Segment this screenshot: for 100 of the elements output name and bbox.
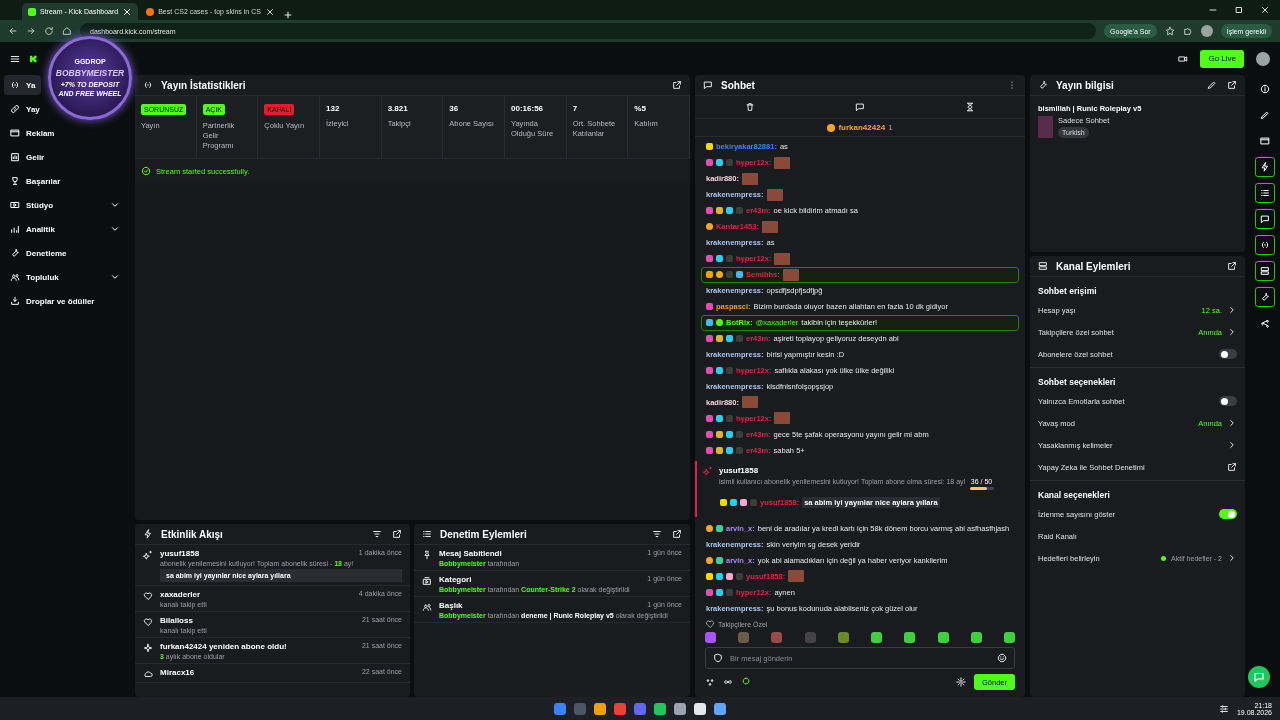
star-icon[interactable] [1164, 26, 1175, 36]
bar-chart-icon [10, 152, 20, 162]
cloud-icon [143, 669, 153, 679]
hourglass-icon[interactable] [965, 102, 975, 112]
status-dot [1161, 555, 1167, 561]
emote-icon[interactable] [937, 632, 949, 643]
trophy-icon [10, 176, 20, 186]
pencil-icon[interactable] [1207, 80, 1217, 90]
taskbar-app-icon[interactable] [694, 702, 706, 715]
emote-icon[interactable] [970, 632, 982, 643]
layout-icon [1038, 261, 1048, 271]
maximize-icon[interactable] [1234, 5, 1244, 15]
taskbar-app-icon[interactable] [654, 702, 666, 715]
go-live-button[interactable]: Go Live [1200, 49, 1244, 68]
dots-icon[interactable] [705, 677, 715, 687]
trash-icon[interactable] [745, 102, 755, 112]
external-link-icon[interactable] [672, 80, 682, 90]
pin-icon [422, 550, 432, 560]
sidebar-item[interactable]: Yay [4, 99, 46, 119]
emote-image [741, 396, 758, 409]
close-icon[interactable] [1260, 5, 1270, 15]
emote-icon[interactable] [1003, 632, 1015, 643]
taskbar-app-icon[interactable] [714, 702, 726, 715]
pinned-user[interactable]: furkan42424 [838, 123, 886, 132]
filter-icon[interactable] [372, 529, 382, 539]
new-tab-icon[interactable] [282, 10, 293, 20]
external-link-icon[interactable] [1227, 80, 1237, 90]
sidebar-item[interactable]: Droplar ve ödüller [4, 291, 126, 311]
taskbar-app-icon[interactable] [674, 702, 686, 715]
profile-avatar[interactable] [1200, 25, 1213, 37]
chat-bubble-button[interactable] [1248, 666, 1270, 688]
stat-value: 7 [572, 104, 579, 113]
camera-icon[interactable] [1178, 53, 1189, 64]
emote-image [774, 156, 791, 169]
people-icon [422, 602, 432, 612]
list-icon[interactable] [1255, 183, 1275, 203]
back-icon[interactable] [8, 26, 18, 36]
close-icon[interactable] [122, 6, 133, 17]
infinity-icon[interactable] [723, 677, 733, 687]
tray-icon[interactable] [1218, 703, 1229, 714]
settings-icon[interactable] [955, 677, 966, 687]
user-avatar[interactable] [1256, 51, 1270, 66]
stat-value: 132 [326, 104, 341, 113]
chevron-down-icon[interactable] [110, 200, 120, 210]
notice-username[interactable]: yusuf1858 [719, 466, 1019, 476]
sparkle-icon [143, 550, 153, 560]
menu-icon[interactable] [10, 53, 20, 64]
sidebar-item[interactable]: Ya [4, 75, 42, 95]
toggle-switch[interactable] [1219, 509, 1237, 519]
chart-icon [10, 224, 20, 234]
section-heading: Kanal seçenekleri [1038, 489, 1111, 502]
sidebar-item[interactable]: Denetleme [4, 243, 126, 263]
home-icon[interactable] [62, 26, 72, 36]
toggle-switch[interactable] [1219, 396, 1237, 406]
chat-bubble-icon[interactable] [1255, 209, 1275, 229]
forward-icon[interactable] [26, 26, 36, 36]
filter-icon[interactable] [652, 529, 662, 539]
event-title: yusuf1858 [160, 549, 200, 558]
emote-icon[interactable] [705, 632, 716, 643]
sidebar-item[interactable]: Reklam [4, 123, 61, 143]
wrench-icon [1038, 80, 1048, 90]
external-link-icon[interactable] [1227, 462, 1237, 472]
sidebar-item[interactable]: Topluluk [4, 267, 126, 287]
chevron-right-icon[interactable] [1227, 305, 1237, 315]
reload-icon[interactable] [44, 26, 54, 36]
chevron-down-icon[interactable] [110, 224, 120, 234]
action-title: Mesaj Sabitlendi [439, 549, 502, 558]
download-icon [10, 296, 20, 306]
close-icon[interactable] [264, 6, 275, 17]
sidebar-item[interactable]: Başarılar [4, 171, 126, 191]
taskbar-app-icon[interactable] [594, 702, 606, 715]
stat-value: 00:16:56 [511, 104, 545, 113]
chevron-right-icon[interactable] [1227, 553, 1237, 563]
broadcast-icon[interactable] [1255, 235, 1275, 255]
panel-title: Etkinlik Akışı [161, 528, 223, 540]
chevron-right-icon[interactable] [1227, 440, 1237, 450]
emoji-icon[interactable] [997, 653, 1007, 663]
ring-icon[interactable] [741, 676, 751, 686]
layout-icon[interactable] [1255, 261, 1275, 281]
chevron-right-icon[interactable] [1227, 418, 1237, 428]
sidebar-item[interactable]: Gelir [4, 147, 126, 167]
external-link-icon[interactable] [1227, 261, 1237, 271]
sidebar-item[interactable]: Stüdyo [4, 195, 126, 215]
emote-icon[interactable] [837, 632, 849, 643]
sidebar-item[interactable]: Analitik [4, 219, 126, 239]
extensions-icon[interactable] [1182, 26, 1193, 36]
chevron-down-icon[interactable] [110, 272, 120, 282]
chat-bubble-icon [1253, 671, 1265, 683]
emote-icon[interactable] [904, 632, 916, 643]
external-link-icon[interactable] [672, 529, 682, 539]
emote-icon[interactable] [871, 632, 883, 643]
lightning-icon[interactable] [1255, 157, 1275, 177]
external-link-icon[interactable] [392, 529, 402, 539]
chevron-right-icon[interactable] [1227, 327, 1237, 337]
stat-value: %5 [634, 104, 647, 113]
chat-bubble-icon [703, 80, 713, 90]
panel-title: Sohbet [721, 79, 755, 91]
wrench-icon[interactable] [1255, 287, 1275, 307]
toggle-switch[interactable] [1219, 349, 1237, 359]
emote-image [766, 188, 783, 201]
